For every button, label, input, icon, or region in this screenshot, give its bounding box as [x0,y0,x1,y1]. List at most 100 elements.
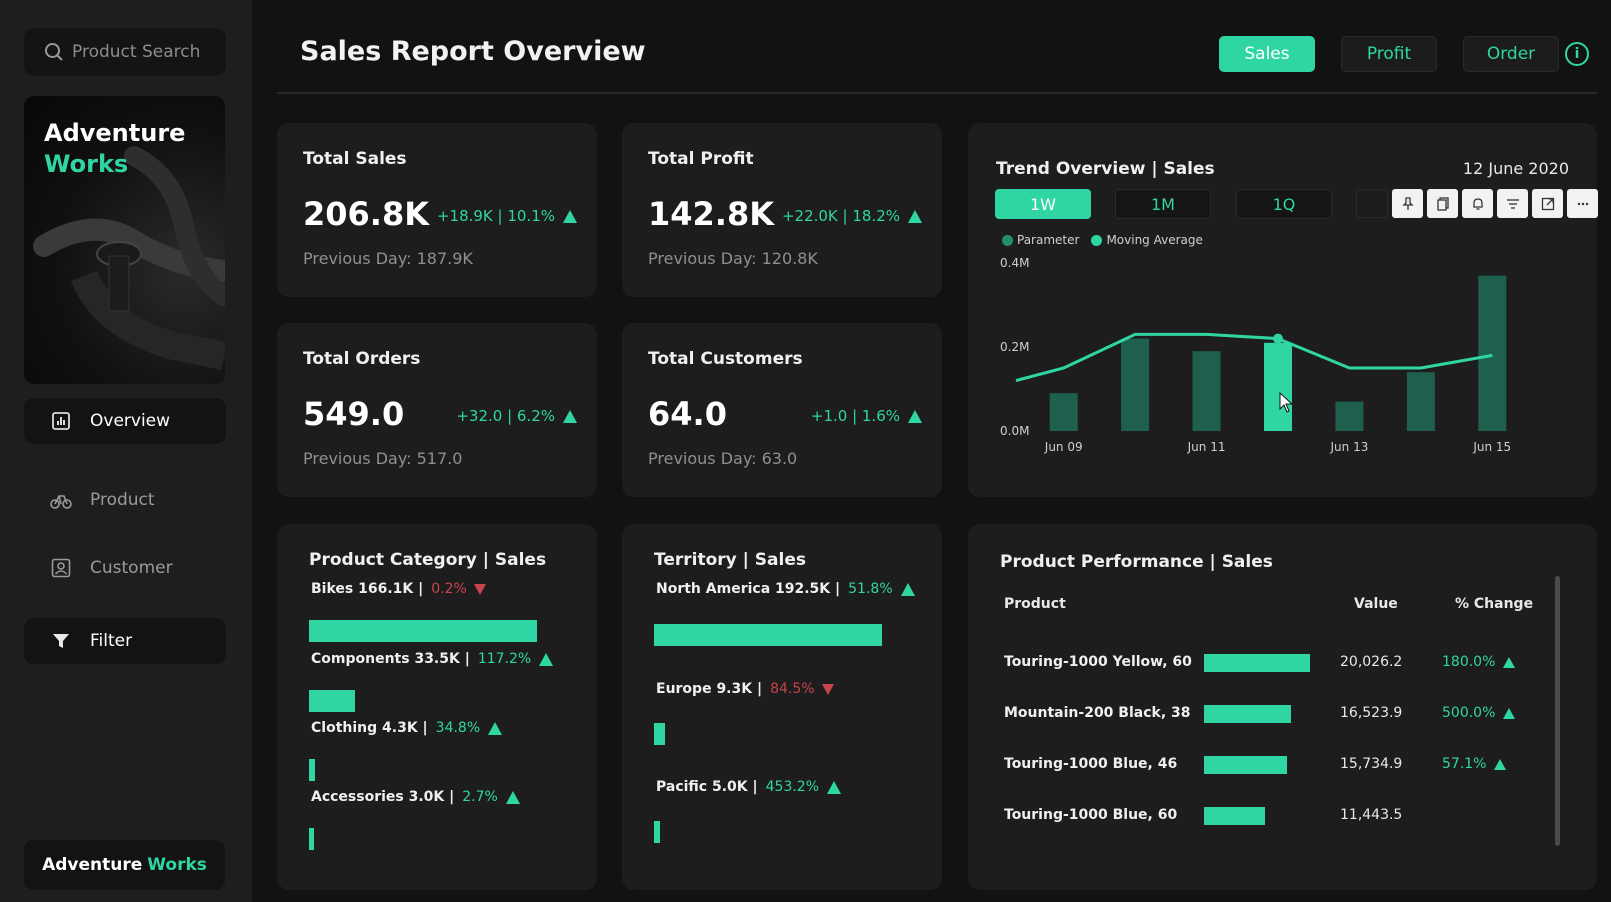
territory-row-label: Pacific 5.0K | 453.2% [656,779,842,795]
brand-word-works: Works [147,855,207,875]
up-arrow-icon [908,409,922,423]
change-text: 180.0% [1442,654,1496,670]
sidebar-item-label: Product [90,490,155,510]
category-bar[interactable] [309,690,355,712]
legend-dot [1091,234,1103,246]
kpi-previous: Previous Day: 63.0 [648,449,798,468]
sidebar-item-filter[interactable]: Filter [24,618,226,664]
category-row-text: Components 33.5K | [311,651,470,667]
range-1q-button[interactable]: 1Q [1236,189,1332,219]
filter-icon[interactable] [1497,189,1528,218]
product-performance-card: Product Performance | Sales Product Valu… [968,524,1597,890]
kpi-delta: +32.0 | 6.2% [456,407,577,425]
kpi-value: 64.0 [648,395,727,433]
category-row-percent: 2.7% [462,789,498,805]
blank-tool[interactable] [1356,189,1388,218]
search-icon [45,43,63,61]
down-arrow-icon [821,683,834,695]
kpi-delta-text: +1.0 | 1.6% [810,407,900,425]
column-header-product[interactable]: Product [1004,596,1066,612]
sidebar-item-overview[interactable]: Overview [24,398,226,444]
legend-label: Parameter [1017,233,1080,247]
expand-icon[interactable] [1532,189,1563,218]
sidebar-item-product[interactable]: Product [24,477,226,523]
scrollbar-thumb[interactable] [1553,574,1562,848]
info-icon[interactable]: i [1565,42,1589,66]
territory-bar[interactable] [654,624,882,646]
up-arrow-icon [827,780,842,794]
product-value-cell: 20,026.2 [1340,654,1403,670]
product-value-bar[interactable] [1204,807,1265,825]
sidebar-item-label: Customer [90,558,173,578]
kpi-card-total-customers: Total Customers 64.0 +1.0 | 1.6% Previou… [622,323,942,497]
trend-overview-card: Trend Overview | Sales 12 June 2020 1W 1… [968,123,1598,497]
category-bar[interactable] [309,620,537,642]
bar-jun-09 [1049,393,1078,431]
y-tick-label: 0.2M [1000,340,1029,354]
visual-toolbar [1356,189,1598,218]
column-header-change[interactable]: % Change [1455,596,1533,612]
category-bar[interactable] [309,828,314,850]
territory-card: Territory | Sales North America 192.5K |… [622,524,942,890]
territory-row-percent: 453.2% [765,779,820,795]
bell-icon[interactable] [1462,189,1493,218]
x-tick-label: Jun 11 [1187,440,1226,454]
sidebar-item-customer[interactable]: Customer [24,545,226,591]
product-name-cell[interactable]: Touring-1000 Blue, 60 [1004,807,1177,823]
category-row-text: Accessories 3.0K | [311,789,455,805]
product-value-bar[interactable] [1204,654,1310,672]
legend-item-moving-average[interactable]: Moving Average [1091,233,1203,247]
kpi-value: 142.8K [648,195,775,233]
hero-image: Adventure Works [24,96,225,384]
territory-bar[interactable] [654,723,665,745]
trend-chart: 0.0M 0.2M 0.4M Jun 09 Jun 11 Jun 13 Jun 15 [1000,256,1511,454]
kpi-delta: +22.0K | 18.2% [782,207,922,225]
category-row-text: Clothing 4.3K | [311,720,428,736]
product-search-input[interactable]: Product Search [24,28,226,76]
funnel-icon [50,630,72,652]
up-arrow-icon [505,790,520,804]
up-arrow-icon [908,209,922,223]
product-value-bar[interactable] [1204,756,1288,774]
moving-average-point [1273,333,1283,344]
category-row-percent: 0.2% [431,581,467,597]
kpi-previous: Previous Day: 120.8K [648,249,818,268]
bar-jun-11 [1192,351,1221,431]
kpi-value: 549.0 [303,395,405,433]
kpi-card-total-orders: Total Orders 549.0 +32.0 | 6.2% Previous… [277,323,597,497]
pin-icon[interactable] [1392,189,1423,218]
kpi-value: 206.8K [303,195,430,233]
legend-item-parameter[interactable]: Parameter [1002,233,1079,247]
trend-date: 12 June 2020 [1462,159,1569,178]
brand-word-adventure: Adventure [42,855,143,875]
header-divider [277,92,1597,94]
bar-chart-icon [50,410,72,432]
chart-legend: Parameter Moving Average [1002,233,1215,247]
kpi-delta-text: +22.0K | 18.2% [781,207,900,225]
kpi-title: Total Customers [648,349,803,369]
product-name-cell[interactable]: Touring-1000 Blue, 46 [1004,756,1177,772]
territory-bar[interactable] [654,821,660,843]
range-1m-button[interactable]: 1M [1115,189,1211,219]
territory-row-percent: 84.5% [770,681,815,697]
page-title: Sales Report Overview [300,36,646,67]
category-row-label: Accessories 3.0K | 2.7% [311,789,520,805]
tab-profit[interactable]: Profit [1341,36,1437,72]
x-tick-label: Jun 15 [1472,440,1511,454]
column-header-value[interactable]: Value [1354,596,1398,612]
table-scrollbar[interactable] [1553,574,1562,848]
copy-icon[interactable] [1427,189,1458,218]
category-bar[interactable] [309,759,315,781]
product-value-bar[interactable] [1204,705,1292,723]
category-row-label: Bikes 166.1K | 0.2% [311,581,486,597]
product-name-cell[interactable]: Touring-1000 Yellow, 60 [1004,654,1192,670]
kpi-title: Total Sales [303,149,407,169]
bicycle-icon [50,489,72,511]
range-1w-button[interactable]: 1W [995,189,1091,219]
product-name-cell[interactable]: Mountain-200 Black, 38 [1004,705,1191,721]
tab-sales[interactable]: Sales [1219,36,1315,72]
kpi-title: Total Orders [303,349,421,369]
more-icon[interactable] [1567,189,1598,218]
x-tick-label: Jun 13 [1330,440,1369,454]
tab-order[interactable]: Order [1463,36,1559,72]
